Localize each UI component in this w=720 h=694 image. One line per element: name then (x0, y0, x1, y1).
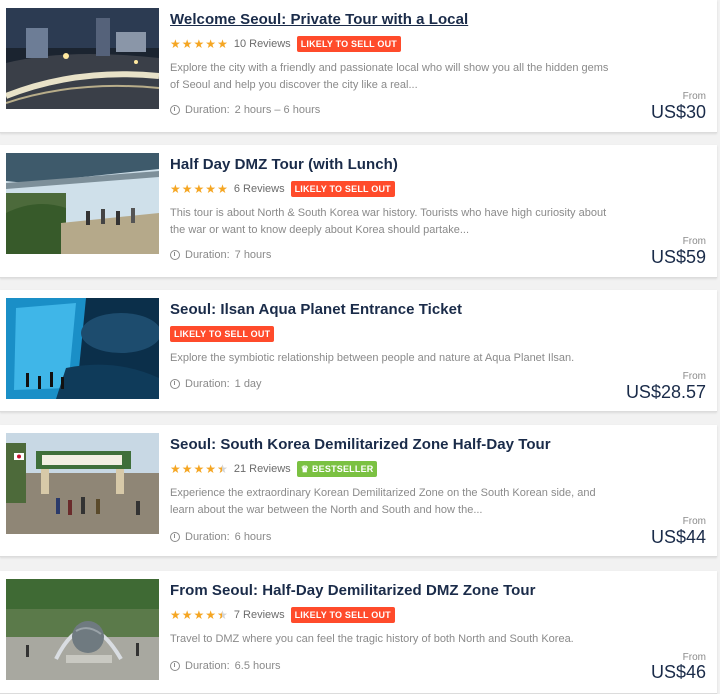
star-rating: ★ ★ ★ ★ ★ (170, 38, 229, 50)
listing-title[interactable]: Seoul: Ilsan Aqua Planet Entrance Ticket (170, 301, 462, 318)
listing-image[interactable] (6, 579, 159, 680)
dmz-monument-photo (6, 579, 159, 680)
listing-card[interactable]: Half Day DMZ Tour (with Lunch) ★ ★ ★ ★ ★ 6 R… (0, 145, 717, 278)
from-label: From (682, 91, 706, 102)
star-icon: ★ (205, 608, 217, 622)
star-icon: ★ (205, 37, 217, 51)
star-icon: ★ (193, 462, 205, 476)
review-count[interactable]: 6 Reviews (234, 183, 285, 195)
listing-card[interactable]: Seoul: South Korea Demilitarized Zone Ha… (0, 425, 717, 557)
star-icon: ★ (217, 182, 228, 196)
listing-title[interactable]: Seoul: South Korea Demilitarized Zone Ha… (170, 436, 551, 453)
listing-card[interactable]: From Seoul: Half-Day Demilitarized DMZ Z… (0, 571, 717, 694)
duration-row: Duration: 1 day (170, 378, 262, 390)
dmz-observatory-photo (6, 153, 159, 254)
star-rating: ★ ★ ★ ★ ★ (170, 183, 229, 195)
star-icon: ★ (170, 462, 181, 476)
likely-to-sell-out-badge: LIKELY TO SELL OUT (290, 607, 395, 623)
likely-to-sell-out-badge: LIKELY TO SELL OUT (170, 326, 275, 342)
likely-to-sell-out-badge: LIKELY TO SELL OUT (290, 181, 395, 197)
clock-icon (170, 661, 180, 671)
duration-row: Duration: 2 hours – 6 hours (170, 104, 320, 116)
listing-description: Travel to DMZ where you can feel the tra… (170, 633, 574, 645)
listing-description: This tour is about North & South Korea w… (170, 207, 607, 236)
duration-value: 6.5 hours (234, 660, 281, 672)
star-icon: ★ (181, 37, 193, 51)
star-icon: ★ (181, 608, 193, 622)
half-star-icon: ★ (217, 463, 228, 475)
star-rating: ★ ★ ★ ★ ★ (170, 463, 229, 475)
listing-card[interactable]: Seoul: Ilsan Aqua Planet Entrance Ticket… (0, 290, 717, 412)
listing-title[interactable]: Welcome Seoul: Private Tour with a Local (170, 11, 468, 28)
from-label: From (682, 371, 706, 382)
listing-description: Explore the city with a friendly and pas… (170, 62, 609, 91)
duration-row: Duration: 7 hours (170, 249, 271, 261)
listing-image[interactable] (6, 153, 159, 254)
rating-row: ★★★★★ 7 Reviews LIKELY TO SELL OUT (170, 607, 395, 623)
bestseller-badge: ♛ BESTSELLER (296, 461, 378, 477)
star-icon: ★ (205, 182, 217, 196)
star-rating: ★ ★ ★ ★ ★ (170, 609, 229, 621)
duration-row: Duration: 6 hours (170, 531, 271, 543)
review-count[interactable]: 21 Reviews (234, 463, 291, 475)
clock-icon (170, 532, 180, 542)
crown-icon: ♛ (300, 463, 309, 474)
likely-to-sell-out-badge: LIKELY TO SELL OUT (296, 36, 401, 52)
duration-row: Duration: 6.5 hours (170, 660, 281, 672)
listing-card[interactable]: Welcome Seoul: Private Tour with a Local… (0, 0, 717, 133)
listing-title[interactable]: Half Day DMZ Tour (with Lunch) (170, 156, 398, 173)
listing-description: Experience the extraordinary Korean Demi… (170, 487, 596, 516)
clock-icon (170, 379, 180, 389)
clock-icon (170, 105, 180, 115)
listing-image[interactable] (6, 8, 159, 109)
star-icon: ★ (181, 182, 193, 196)
badge-label: BESTSELLER (311, 464, 374, 474)
star-icon: ★ (193, 608, 205, 622)
half-star-icon: ★ (217, 609, 228, 621)
star-icon: ★ (170, 182, 181, 196)
star-icon: ★ (181, 462, 193, 476)
duration-label: Duration: (185, 660, 230, 672)
rating-row: LIKELY TO SELL OUT (170, 326, 275, 342)
review-count[interactable]: 7 Reviews (234, 609, 285, 621)
star-icon: ★ (170, 37, 181, 51)
dmz-gate-photo (6, 433, 159, 534)
price: US$30 (650, 102, 706, 122)
night-city-photo (6, 8, 159, 109)
duration-value: 2 hours – 6 hours (234, 104, 321, 116)
duration-label: Duration: (185, 249, 230, 261)
listing-title[interactable]: From Seoul: Half-Day Demilitarized DMZ Z… (170, 582, 535, 599)
duration-label: Duration: (185, 531, 230, 543)
duration-label: Duration: (185, 378, 230, 390)
rating-row: ★ ★ ★ ★ ★ 10 Reviews LIKELY TO SELL OUT (170, 36, 401, 52)
listing-description: Explore the symbiotic relationship betwe… (170, 352, 575, 364)
aquarium-photo (6, 298, 159, 399)
star-icon: ★ (193, 37, 205, 51)
from-label: From (682, 236, 706, 247)
review-count[interactable]: 10 Reviews (234, 38, 291, 50)
listing-image[interactable] (6, 433, 159, 534)
price: US$44 (650, 527, 706, 547)
from-label: From (682, 516, 706, 527)
duration-value: 6 hours (234, 531, 272, 543)
star-icon: ★ (170, 608, 181, 622)
clock-icon (170, 250, 180, 260)
price: US$59 (650, 247, 706, 267)
rating-row: ★★★★★ 21 Reviews ♛ BESTSELLER (170, 461, 378, 477)
duration-value: 1 day (234, 378, 262, 390)
rating-row: ★ ★ ★ ★ ★ 6 Reviews LIKELY TO SELL OUT (170, 181, 395, 197)
star-icon: ★ (193, 182, 205, 196)
duration-value: 7 hours (234, 249, 272, 261)
price: US$46 (650, 662, 706, 682)
star-icon: ★ (205, 462, 217, 476)
duration-label: Duration: (185, 104, 230, 116)
price: US$28.57 (625, 382, 706, 402)
listing-image[interactable] (6, 298, 159, 399)
star-icon: ★ (217, 37, 228, 51)
